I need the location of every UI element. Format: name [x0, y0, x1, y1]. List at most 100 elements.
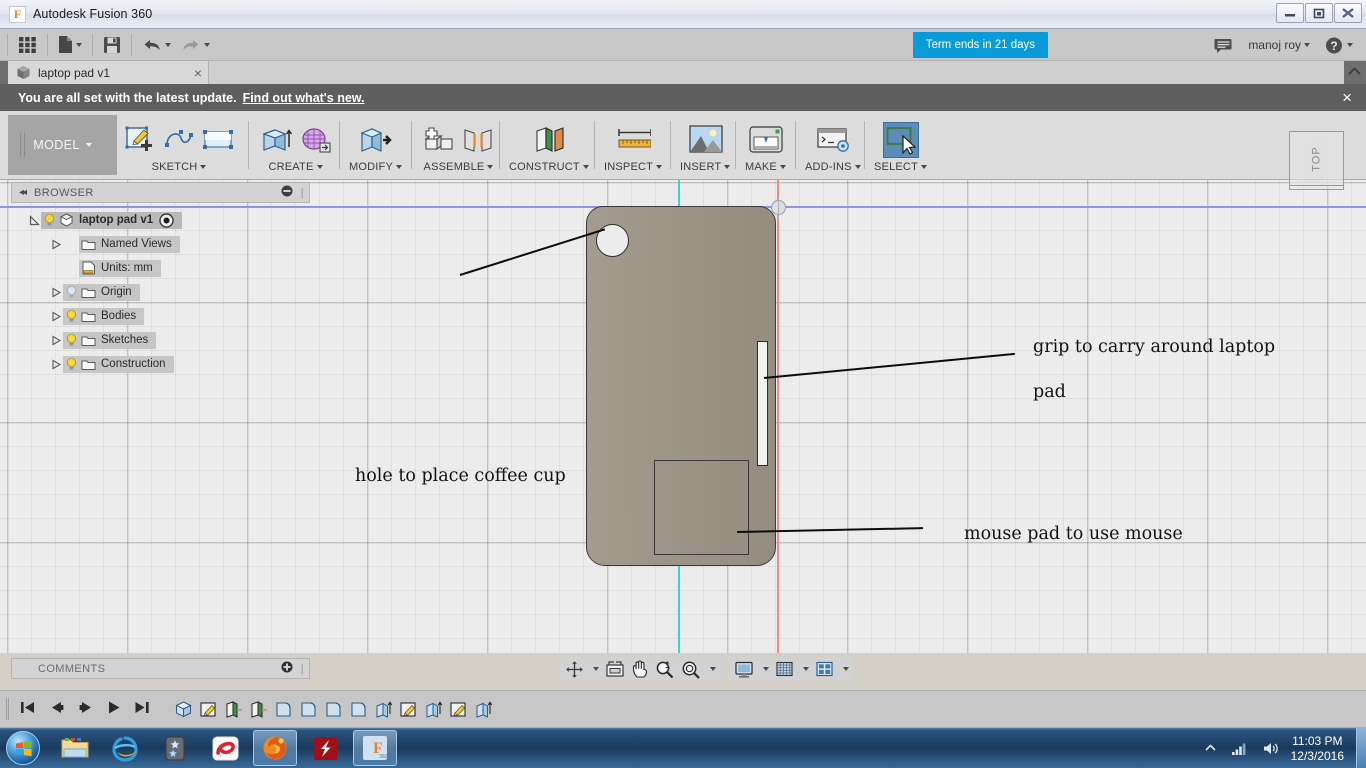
file-icon[interactable]: [53, 32, 87, 58]
help-icon[interactable]: ?: [1318, 36, 1360, 55]
timeline-feature-sketch[interactable]: [397, 698, 419, 720]
expand-arrow-collapsed-icon[interactable]: [49, 239, 63, 250]
user-menu[interactable]: manoj roy: [1242, 38, 1316, 52]
notification-link[interactable]: Find out what's new.: [243, 91, 365, 105]
create-chevron-down-icon[interactable]: [317, 165, 323, 169]
make-chevron-down-icon[interactable]: [780, 165, 786, 169]
grid-chevron-down-icon[interactable]: [797, 658, 812, 680]
visibility-bulb-on-icon[interactable]: [63, 309, 79, 323]
grid-snaps-icon[interactable]: [772, 658, 797, 680]
notifications-icon[interactable]: [1206, 37, 1240, 53]
pan-icon[interactable]: [628, 658, 652, 680]
close-button[interactable]: [1334, 3, 1362, 23]
visibility-bulb-on-icon[interactable]: [41, 213, 57, 227]
sketch-chevron-down-icon[interactable]: [200, 165, 206, 169]
tree-item-units[interactable]: Units: mm: [11, 256, 310, 280]
taskbar-airtel-app[interactable]: [203, 730, 247, 766]
taskbar-clock[interactable]: 11:03 PM 12/3/2016: [1287, 734, 1354, 764]
step-back-icon[interactable]: [49, 700, 65, 718]
orbit-icon[interactable]: [562, 658, 587, 680]
viewports-icon[interactable]: [812, 658, 837, 680]
minimize-button[interactable]: [1276, 3, 1304, 23]
timeline-feature-sketch[interactable]: [197, 698, 219, 720]
timeline-feature-extrude[interactable]: [372, 698, 394, 720]
tree-item-named-views[interactable]: Named Views: [11, 232, 310, 256]
tree-item-bodies[interactable]: Bodies: [11, 304, 310, 328]
zoom-icon[interactable]: [652, 658, 678, 680]
file-menu-chevron-down-icon[interactable]: [76, 43, 82, 47]
construct-chevron-down-icon[interactable]: [583, 165, 589, 169]
taskbar-firefox[interactable]: [253, 730, 297, 766]
timeline-feature-body[interactable]: [172, 698, 194, 720]
redo-chevron-down-icon[interactable]: [204, 43, 210, 47]
joint-icon[interactable]: [460, 122, 496, 158]
extrude-icon[interactable]: [258, 122, 294, 158]
workspace-chevron-down-icon[interactable]: [86, 143, 92, 147]
timeline-feature-plane[interactable]: [222, 698, 244, 720]
look-at-icon[interactable]: [602, 658, 628, 680]
scripts-addins-icon[interactable]: [815, 122, 851, 158]
insert-chevron-down-icon[interactable]: [724, 165, 730, 169]
activate-component-radio[interactable]: [159, 213, 174, 228]
tree-item-origin[interactable]: Origin: [11, 280, 310, 304]
tree-item-sketches[interactable]: Sketches: [11, 328, 310, 352]
visibility-bulb-off-icon[interactable]: [63, 285, 79, 299]
restore-button[interactable]: [1305, 3, 1333, 23]
user-chevron-down-icon[interactable]: [1304, 43, 1310, 47]
viewcube-top[interactable]: TOP: [1289, 131, 1344, 186]
volume-icon[interactable]: [1255, 741, 1287, 756]
timeline-grip[interactable]: [6, 698, 9, 720]
comments-resize-grip[interactable]: |: [301, 663, 304, 675]
form-icon[interactable]: [297, 122, 333, 158]
measure-icon[interactable]: [615, 122, 651, 158]
new-component-icon[interactable]: [421, 122, 457, 158]
taskbar-flash-player[interactable]: [303, 730, 347, 766]
redo-icon[interactable]: [176, 32, 215, 58]
expand-arrow-expanded-icon[interactable]: [27, 215, 41, 226]
save-icon[interactable]: [98, 32, 126, 58]
show-hidden-icons[interactable]: [1197, 743, 1224, 754]
workspace-switcher-button[interactable]: MODEL: [8, 115, 117, 175]
tree-item-construction[interactable]: Construction: [11, 352, 310, 376]
expand-arrow-collapsed-icon[interactable]: [49, 335, 63, 346]
go-to-beginning-icon[interactable]: [20, 700, 36, 718]
3d-print-icon[interactable]: [747, 122, 783, 158]
spline-icon[interactable]: [161, 122, 197, 158]
offset-plane-icon[interactable]: [531, 122, 567, 158]
viewports-chevron-down-icon[interactable]: [837, 658, 852, 680]
undo-chevron-down-icon[interactable]: [165, 43, 171, 47]
collapse-left-icon[interactable]: ◂◂: [19, 187, 25, 198]
display-chevron-down-icon[interactable]: [757, 658, 772, 680]
create-sketch-icon[interactable]: [122, 122, 158, 158]
insert-image-icon[interactable]: [687, 122, 723, 158]
comments-panel-header[interactable]: COMMENTS |: [11, 658, 310, 679]
taskbar-stars-app[interactable]: [153, 730, 197, 766]
timeline-feature-fillet[interactable]: [322, 698, 344, 720]
document-tab-close-icon[interactable]: ×: [188, 66, 208, 80]
timeline-feature-fillet[interactable]: [272, 698, 294, 720]
help-chevron-down-icon[interactable]: [1347, 43, 1353, 47]
orbit-chevron-down-icon[interactable]: [587, 658, 602, 680]
timeline-feature-plane[interactable]: [247, 698, 269, 720]
modify-chevron-down-icon[interactable]: [396, 165, 402, 169]
select-chevron-down-icon[interactable]: [921, 165, 927, 169]
mouse-pad-area[interactable]: [654, 460, 749, 555]
taskbar-fusion-360[interactable]: F 360: [353, 730, 397, 766]
tree-item-laptop-pad[interactable]: laptop pad v1: [11, 208, 310, 232]
expand-arrow-collapsed-icon[interactable]: [49, 311, 63, 322]
document-tab-laptop-pad[interactable]: laptop pad v1 ×: [8, 61, 209, 84]
fit-chevron-down-icon[interactable]: [704, 658, 719, 680]
expand-arrow-collapsed-icon[interactable]: [49, 287, 63, 298]
rectangle-icon[interactable]: [200, 122, 236, 158]
visibility-bulb-on-icon[interactable]: [63, 357, 79, 371]
windows-start-orb[interactable]: [3, 730, 43, 766]
undo-icon[interactable]: [137, 32, 176, 58]
inspect-chevron-down-icon[interactable]: [656, 165, 662, 169]
visibility-bulb-on-icon[interactable]: [63, 333, 79, 347]
taskbar-file-explorer[interactable]: [53, 730, 97, 766]
step-forward-icon[interactable]: [78, 700, 94, 718]
addins-chevron-down-icon[interactable]: [855, 165, 861, 169]
taskbar-internet-explorer[interactable]: [103, 730, 147, 766]
panel-resize-grip[interactable]: |: [301, 187, 304, 199]
assemble-chevron-down-icon[interactable]: [487, 165, 493, 169]
